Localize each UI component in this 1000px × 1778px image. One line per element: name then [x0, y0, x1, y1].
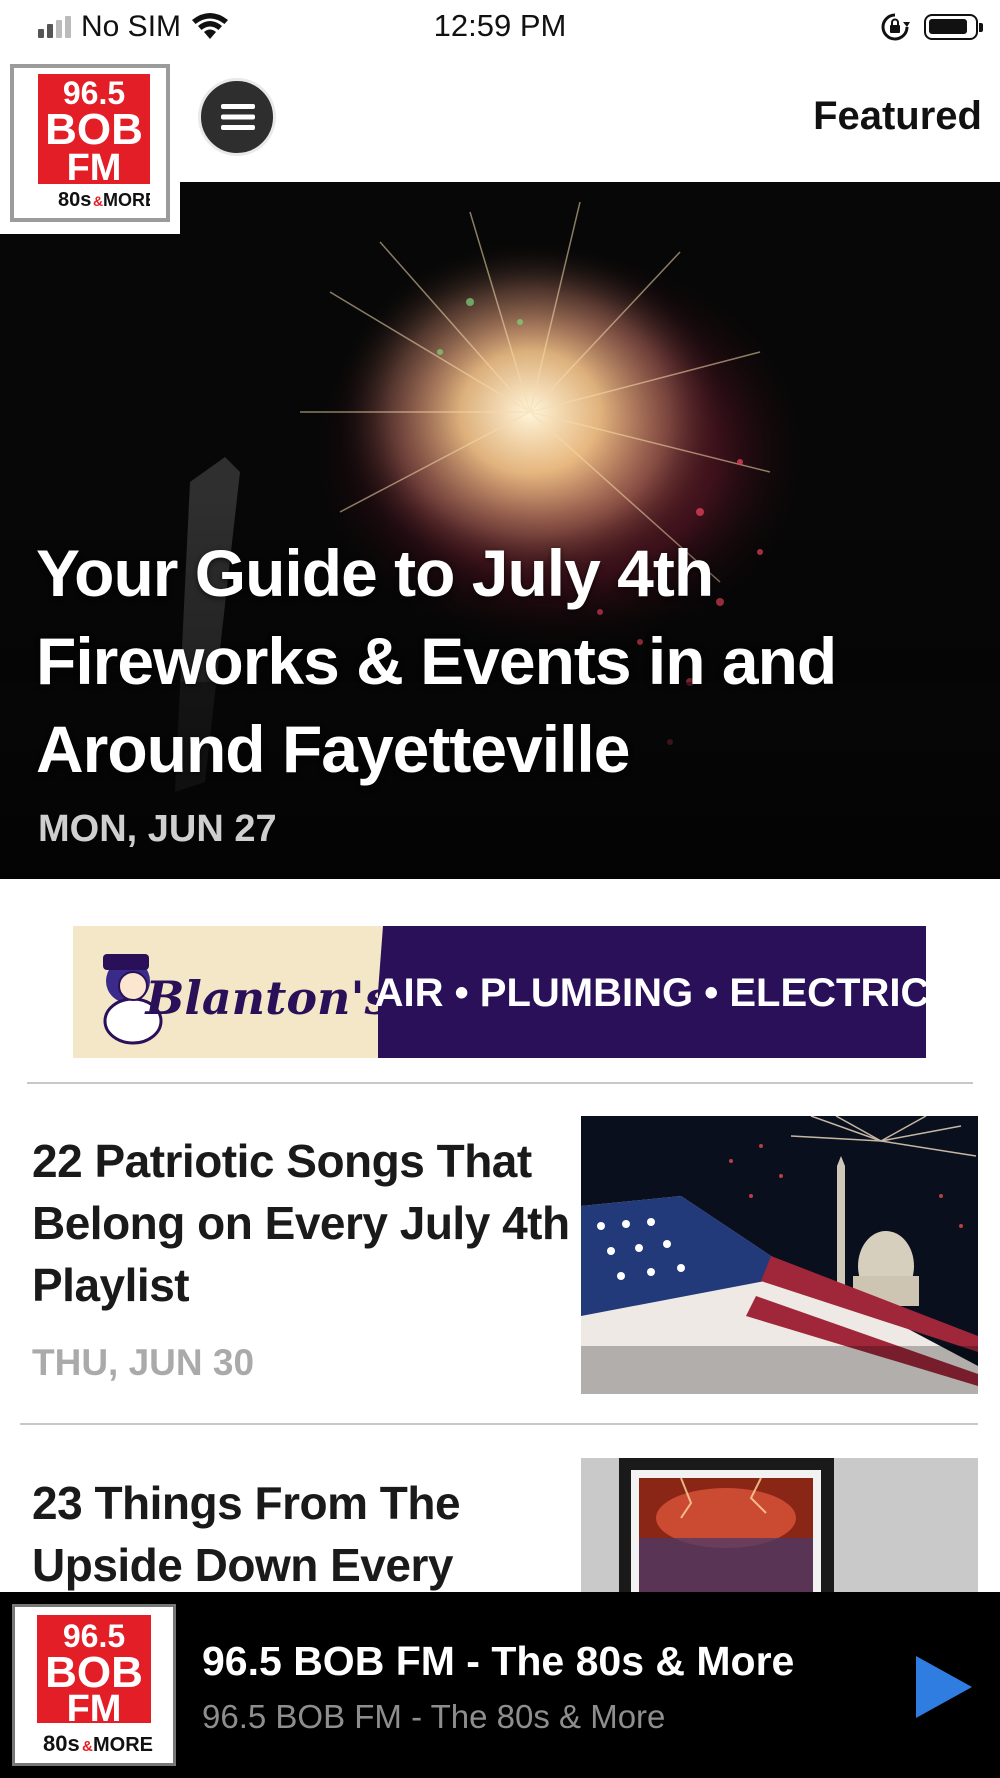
player-logo-more: MORE [93, 1734, 153, 1756]
mini-player[interactable]: 96.5 BOB FM 80s & MORE 96.5 BOB FM - The… [0, 1592, 1000, 1778]
bob-fm-logo: 96.5 BOB FM 80s & MORE [38, 74, 150, 211]
battery-icon [924, 14, 983, 40]
hero-date: MON, JUN 27 [38, 808, 277, 850]
play-button[interactable] [912, 1654, 974, 1720]
player-station-logo: 96.5 BOB FM 80s & MORE [12, 1604, 176, 1766]
logo-more: MORE [103, 190, 150, 210]
orientation-lock-icon [881, 13, 910, 41]
play-icon [916, 1656, 972, 1718]
player-subtitle: 96.5 BOB FM - The 80s & More [202, 1698, 666, 1735]
ad-brand: Blanton's [144, 971, 391, 1025]
section-title: Featured [813, 94, 982, 138]
logo-fm: FM [67, 147, 122, 189]
bob-fm-logo: 96.5 BOB FM 80s & MORE [37, 1615, 153, 1756]
player-logo-80s: 80s [43, 1731, 80, 1756]
hero-article[interactable]: Your Guide to July 4th Fireworks & Event… [0, 182, 1000, 879]
ad-image: Blanton's AIR • PLUMBING • ELECTRIC [73, 926, 929, 1058]
hamburger-menu-icon [221, 104, 255, 130]
ad-banner[interactable]: Blanton's AIR • PLUMBING • ELECTRIC [73, 926, 929, 1058]
status-bar: No SIM 12:59 PM [0, 0, 1000, 56]
logo-amp: & [93, 193, 103, 209]
player-title: 96.5 BOB FM - The 80s & More [202, 1638, 795, 1684]
article-thumbnail[interactable] [581, 1116, 978, 1394]
player-logo-fm: FM [67, 1688, 122, 1730]
patriotic-image [581, 1116, 978, 1394]
ad-tagline: AIR • PLUMBING • ELECTRIC [375, 971, 926, 1015]
artwork-image [581, 1458, 978, 1592]
article-thumbnail[interactable] [581, 1458, 978, 1592]
player-logo-amp: & [82, 1738, 93, 1755]
clock: 12:59 PM [433, 8, 567, 43]
divider [20, 1423, 978, 1425]
article-item[interactable]: 23 Things From The Upside Down Every [0, 1458, 1000, 1592]
article-title[interactable]: 22 Patriotic Songs That Belong on Every … [32, 1130, 572, 1316]
logo-80s: 80s [58, 189, 91, 211]
menu-button[interactable] [198, 78, 276, 156]
article-title[interactable]: 23 Things From The Upside Down Every [32, 1472, 572, 1592]
article-date: THU, JUN 30 [32, 1342, 255, 1383]
divider [27, 1082, 973, 1084]
station-logo[interactable]: 96.5 BOB FM 80s & MORE [0, 56, 180, 234]
status-right [880, 12, 983, 42]
logo-frame: 96.5 BOB FM 80s & MORE [10, 64, 170, 222]
hero-title[interactable]: Your Guide to July 4th Fireworks & Event… [36, 529, 976, 793]
article-item[interactable]: 22 Patriotic Songs That Belong on Every … [0, 1116, 1000, 1396]
